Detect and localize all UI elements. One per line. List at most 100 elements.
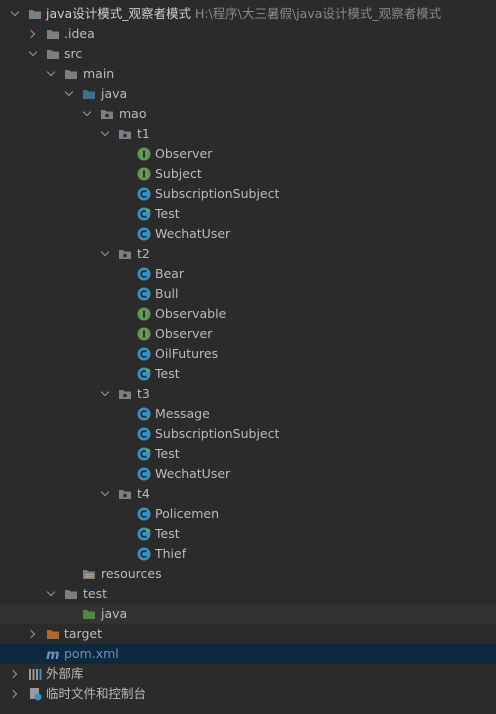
folder-label: java xyxy=(101,86,128,101)
chevron-down-icon[interactable] xyxy=(82,107,92,117)
source-folder-icon xyxy=(83,90,95,99)
tree-row-test-java[interactable]: java xyxy=(0,604,496,624)
tree-row-file[interactable]: Test xyxy=(0,364,496,384)
file-label: Test xyxy=(155,446,180,461)
class-icon xyxy=(137,547,151,561)
interface-icon xyxy=(137,307,151,321)
tree-row-file[interactable]: Thief xyxy=(0,544,496,564)
tree-row-scratches[interactable]: 临时文件和控制台 xyxy=(0,684,496,704)
tree-row-src[interactable]: src xyxy=(0,44,496,64)
tree-row-pom[interactable]: m pom.xml xyxy=(0,644,496,664)
chevron-down-icon[interactable] xyxy=(28,47,38,57)
file-label: Observer xyxy=(155,146,213,161)
tree-row-file[interactable]: Test xyxy=(0,444,496,464)
folder-icon xyxy=(65,70,77,79)
folder-label: java xyxy=(101,606,128,621)
class-icon xyxy=(137,267,151,281)
tree-row-test[interactable]: test xyxy=(0,584,496,604)
file-label: Observer xyxy=(155,326,213,341)
tree-row-idea[interactable]: .idea xyxy=(0,24,496,44)
chevron-right-icon[interactable] xyxy=(26,29,36,39)
tree-label: 外部库 xyxy=(46,666,84,681)
file-label: Test xyxy=(155,526,180,541)
tree-row-file[interactable]: Observer xyxy=(0,324,496,344)
interface-icon xyxy=(137,147,151,161)
project-name: java设计模式_观察者模式 xyxy=(46,6,191,21)
file-label: WechatUser xyxy=(155,226,231,241)
chevron-right-icon[interactable] xyxy=(8,669,18,679)
file-label: Bear xyxy=(155,266,185,281)
library-icon xyxy=(29,669,42,680)
class-icon xyxy=(137,407,151,421)
chevron-down-icon[interactable] xyxy=(46,587,56,597)
tree-row-file[interactable]: WechatUser xyxy=(0,224,496,244)
interface-icon xyxy=(137,327,151,341)
interface-icon xyxy=(137,167,151,181)
tree-row-file[interactable]: SubscriptionSubject xyxy=(0,424,496,444)
chevron-down-icon[interactable] xyxy=(100,247,110,257)
tree-row-file[interactable]: Bull xyxy=(0,284,496,304)
tree-row-file[interactable]: Subject xyxy=(0,164,496,184)
class-icon xyxy=(137,427,151,441)
scratches-icon xyxy=(30,688,42,701)
package-label: t2 xyxy=(137,246,150,261)
chevron-right-icon[interactable] xyxy=(8,689,18,699)
tree-row-external-libraries[interactable]: 外部库 xyxy=(0,664,496,684)
tree-row-file[interactable]: Test xyxy=(0,524,496,544)
file-label: Subject xyxy=(155,166,202,181)
chevron-down-icon[interactable] xyxy=(100,387,110,397)
tree-row-t2[interactable]: t2 xyxy=(0,244,496,264)
file-label: Test xyxy=(155,206,180,221)
package-label: mao xyxy=(119,106,147,121)
file-label: Test xyxy=(155,366,180,381)
tree-row-mao[interactable]: mao xyxy=(0,104,496,124)
runnable-class-icon xyxy=(137,527,151,541)
tree-row-project-root[interactable]: java设计模式_观察者模式 H:\程序\大三暑假\java设计模式_观察者模式 xyxy=(0,4,496,24)
chevron-right-icon[interactable] xyxy=(26,629,36,639)
folder-icon xyxy=(65,590,77,599)
project-tree: java设计模式_观察者模式 H:\程序\大三暑假\java设计模式_观察者模式 … xyxy=(0,0,496,714)
file-label: WechatUser xyxy=(155,466,231,481)
chevron-down-icon[interactable] xyxy=(46,67,56,77)
tree-row-main[interactable]: main xyxy=(0,64,496,84)
tree-row-file[interactable]: OilFutures xyxy=(0,344,496,364)
tree-row-file[interactable]: Bear xyxy=(0,264,496,284)
file-label: SubscriptionSubject xyxy=(155,186,280,201)
chevron-down-icon[interactable] xyxy=(10,7,20,17)
file-label: pom.xml xyxy=(64,646,119,661)
package-icon xyxy=(119,490,131,499)
tree-row-t3[interactable]: t3 xyxy=(0,384,496,404)
class-icon xyxy=(137,187,151,201)
chevron-down-icon[interactable] xyxy=(64,87,74,97)
file-label: Observable xyxy=(155,306,227,321)
runnable-class-icon xyxy=(137,367,151,381)
tree-row-t1[interactable]: t1 xyxy=(0,124,496,144)
tree-row-target[interactable]: target xyxy=(0,624,496,644)
tree-row-file[interactable]: Message xyxy=(0,404,496,424)
folder-label: target xyxy=(64,626,103,641)
class-icon xyxy=(137,347,151,361)
file-label: Message xyxy=(155,406,210,421)
tree-row-file[interactable]: SubscriptionSubject xyxy=(0,184,496,204)
tree-row-resources[interactable]: resources xyxy=(0,564,496,584)
file-label: Policemen xyxy=(155,506,220,521)
class-icon xyxy=(137,507,151,521)
test-source-folder-icon xyxy=(83,610,95,619)
package-icon xyxy=(101,110,113,119)
tree-row-file[interactable]: WechatUser xyxy=(0,464,496,484)
folder-label: resources xyxy=(101,566,162,581)
tree-row-file[interactable]: Observer xyxy=(0,144,496,164)
chevron-down-icon[interactable] xyxy=(100,127,110,137)
tree-row-file[interactable]: Test xyxy=(0,204,496,224)
chevron-down-icon[interactable] xyxy=(100,487,110,497)
file-label: Thief xyxy=(155,546,187,561)
package-label: t1 xyxy=(137,126,150,141)
folder-label: .idea xyxy=(64,26,95,41)
tree-label: 临时文件和控制台 xyxy=(46,686,147,701)
package-label: t3 xyxy=(137,386,150,401)
class-icon xyxy=(137,227,151,241)
tree-row-file[interactable]: Policemen xyxy=(0,504,496,524)
tree-row-java[interactable]: java xyxy=(0,84,496,104)
tree-row-file[interactable]: Observable xyxy=(0,304,496,324)
tree-row-t4[interactable]: t4 xyxy=(0,484,496,504)
